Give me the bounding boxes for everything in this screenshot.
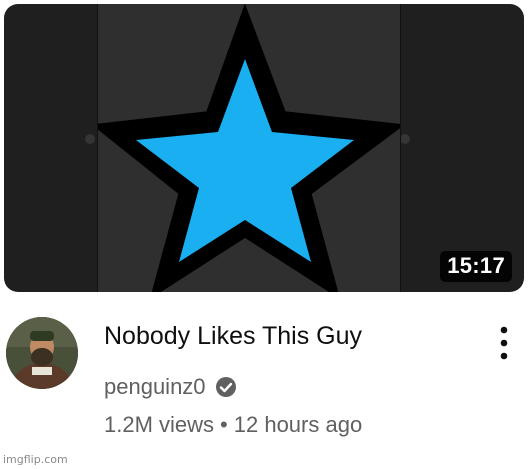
more-vertical-icon [500, 326, 508, 360]
avatar-image [6, 317, 78, 389]
video-stats: 1.2M views • 12 hours ago [104, 412, 362, 438]
stats-separator: • [220, 412, 228, 437]
right-edge-dot [400, 134, 410, 144]
thumbnail-image [97, 4, 401, 292]
duration-badge: 15:17 [440, 251, 512, 282]
watermark: imgflip.com [3, 453, 68, 466]
left-edge-dot [85, 134, 95, 144]
upload-age: 12 hours ago [233, 412, 363, 437]
star-icon [98, 4, 400, 292]
verified-check-icon [215, 377, 236, 397]
video-thumbnail[interactable]: 15:17 [4, 4, 524, 292]
channel-name[interactable]: penguinz0 [104, 374, 206, 400]
channel-row[interactable]: penguinz0 [104, 374, 237, 400]
more-options-button[interactable] [494, 322, 514, 364]
view-count: 1.2M views [104, 412, 215, 437]
video-meta: Nobody Likes This Guy penguinz0 1.2M vie… [0, 300, 532, 460]
video-title[interactable]: Nobody Likes This Guy [104, 322, 362, 351]
channel-avatar[interactable] [6, 317, 78, 389]
